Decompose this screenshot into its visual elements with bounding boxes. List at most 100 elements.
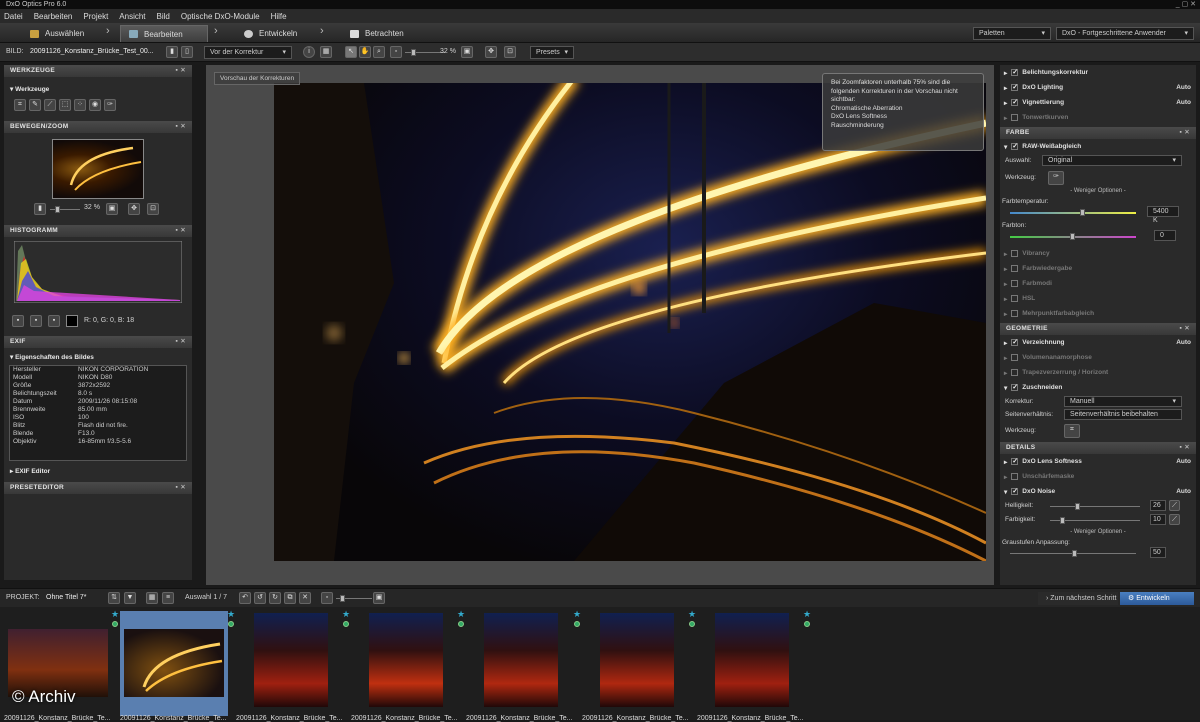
farbtemp-input[interactable]: 5400 K [1147,206,1179,224]
checkbox[interactable]: ✓ [1011,339,1019,346]
checkbox[interactable]: ✓ [1011,99,1019,106]
highlight-clip-icon[interactable]: ▪ [12,315,24,327]
wand-icon[interactable]: ⟋ [1169,500,1180,511]
hand-icon[interactable]: ✋ [359,46,371,58]
palettes-dropdown[interactable]: Paletten ▾ [973,27,1051,40]
color-picker-icon[interactable]: ✑ [104,99,116,111]
checkbox[interactable] [1011,250,1019,257]
correction-zuschneiden[interactable]: ▾ ✓ Zuschneiden [1000,380,1196,395]
list-icon[interactable]: ≡ [162,592,174,604]
sort-icon[interactable]: ⇅ [108,592,120,604]
correction-raw-wb[interactable]: ▾ ✓ RAW-Weißabgleich [1000,139,1196,154]
channel-icon[interactable]: ▪ [48,315,60,327]
thumb-size-slider[interactable] [336,595,372,602]
graustufen-input[interactable]: 50 [1150,547,1166,558]
thumbnail-5[interactable]: 20091126_Konstanz_Brücke_Te... [466,611,574,722]
star-icon[interactable]: ★ [457,609,465,620]
correction-volumen[interactable]: ▸ Volumenanamorphose [1000,350,1196,365]
thumbnail-4[interactable]: 20091126_Konstanz_Brücke_Te... [351,611,459,722]
filter-icon[interactable]: ▼ [124,592,136,604]
panel-controls-icon[interactable]: ▪ ✕ [176,121,186,133]
crop-icon[interactable]: ⌗ [1064,424,1080,438]
correction-lens-softness[interactable]: ▸ ✓ DxO Lens Softness Auto [1000,454,1196,469]
star-icon[interactable]: ★ [573,609,581,620]
korrektur-dropdown[interactable]: Manuell ▾ [1064,396,1182,407]
thumbnail-2-selected[interactable]: 20091126_Konstanz_Brücke_Te... [120,611,228,722]
checkbox[interactable] [1011,295,1019,302]
zoom-fit-icon[interactable]: ▫ [390,46,402,58]
star-icon[interactable]: ★ [803,609,811,620]
horizon-icon[interactable]: ⟋ [44,99,56,111]
correction-farbwiedergabe[interactable]: ▸ Farbwiedergabe [1000,261,1196,276]
window-controls[interactable]: _ ▢ ✕ [1176,0,1196,8]
thumb-image[interactable] [369,613,443,707]
farbton-slider[interactable] [1010,233,1136,240]
thumb-image[interactable] [715,613,789,707]
thumb-image[interactable] [484,613,558,707]
correction-unschaerfe[interactable]: ▸ Unschärfemaske [1000,469,1196,484]
checkbox[interactable]: ✓ [1011,458,1019,465]
tab-bearbeiten[interactable]: Bearbeiten [120,25,208,42]
nav-zoom-slider[interactable] [50,206,80,213]
navigator[interactable]: ▮ 32 % ▣ ✥ ⊡ [4,133,192,217]
checkbox[interactable] [1011,369,1019,376]
grid-icon[interactable]: ▦ [320,46,332,58]
helligkeit-slider[interactable] [1050,503,1140,510]
checkbox[interactable]: ✓ [1011,143,1019,150]
seiten-dropdown[interactable]: Seitenverhältnis beibehalten [1064,409,1182,420]
menu-ansicht[interactable]: Ansicht [119,12,145,21]
tab-auswaehlen[interactable]: Auswählen [22,25,92,42]
zoom-slider[interactable] [405,49,445,56]
slider-knob[interactable] [340,595,345,602]
slider-knob[interactable] [1075,503,1080,510]
perspective-icon[interactable]: ⬚ [59,99,71,111]
image-canvas[interactable]: Vorschau der Korrekturen Bei Zoomfaktore… [206,65,994,585]
thumb-image[interactable] [124,629,224,697]
panel-controls-icon[interactable]: ▪ ✕ [176,225,186,237]
correction-verzeichnung[interactable]: ▸ ✓ Verzeichnung Auto [1000,335,1196,350]
panel-controls-icon[interactable]: ▪ ✕ [1180,127,1190,139]
panel-histogramm-header[interactable]: HISTOGRAMM ▪ ✕ [4,225,192,237]
panel-farbe-header[interactable]: FARBE ▪ ✕ [1000,127,1196,139]
panel-controls-icon[interactable]: ▪ ✕ [1180,442,1190,454]
tab-betrachten[interactable]: Betrachten [342,25,412,42]
correction-trapez[interactable]: ▸ Trapezverzerrung / Horizont [1000,365,1196,380]
crop-icon[interactable]: ⌗ [14,99,26,111]
panel-controls-icon[interactable]: ▪ ✕ [176,336,186,348]
redeye-icon[interactable]: ◉ [89,99,101,111]
exif-editor-section[interactable]: ▸ EXIF Editor [4,467,50,475]
panel-geometrie-header[interactable]: GEOMETRIE ▪ ✕ [1000,323,1196,335]
tab-entwickeln[interactable]: Entwickeln [236,25,305,42]
eyedropper-icon[interactable]: ✑ [1048,171,1064,185]
delete-icon[interactable]: ✕ [299,592,311,604]
correction-farbmodi[interactable]: ▸ Farbmodi [1000,276,1196,291]
split-view-icon[interactable]: ▯ [181,46,193,58]
panel-bewegen-header[interactable]: BEWEGEN/ZOOM ▪ ✕ [4,121,192,133]
photo-preview[interactable] [274,73,988,563]
navigator-preview[interactable] [52,139,144,199]
weniger-optionen[interactable]: - Weniger Optionen - [1000,188,1196,198]
nav-zoom-knob[interactable] [55,206,60,213]
thumbnail-3[interactable]: 20091126_Konstanz_Brücke_Te... [236,611,344,722]
thumbnail-6[interactable]: 20091126_Konstanz_Brücke_Te... [582,611,690,722]
graustufen-slider[interactable] [1010,550,1136,557]
thumbnail-7[interactable]: 20091126_Konstanz_Brücke_Te... [697,611,805,722]
slider-knob[interactable] [1070,233,1075,240]
brush-icon[interactable]: ✎ [29,99,41,111]
star-icon[interactable]: ★ [688,609,696,620]
thumb-image[interactable] [600,613,674,707]
correction-dxo-lighting[interactable]: ▸ ✓ DxO Lighting Auto [1000,80,1196,95]
menu-datei[interactable]: Datei [4,12,23,21]
panel-controls-icon[interactable]: ▪ ✕ [176,482,186,494]
checkbox[interactable]: ✓ [1011,384,1019,391]
rotate-cw-icon[interactable]: ↻ [269,592,281,604]
checkbox[interactable] [1011,114,1019,121]
checkbox[interactable] [1011,473,1019,480]
star-icon[interactable]: ★ [342,609,350,620]
menu-bearbeiten[interactable]: Bearbeiten [34,12,73,21]
star-icon[interactable]: ★ [227,609,235,620]
correction-hsl[interactable]: ▸ HSL [1000,291,1196,306]
shadow-clip-icon[interactable]: ▪ [30,315,42,327]
farbton-input[interactable]: 0 [1154,230,1176,241]
thumb-large-icon[interactable]: ▣ [373,592,385,604]
